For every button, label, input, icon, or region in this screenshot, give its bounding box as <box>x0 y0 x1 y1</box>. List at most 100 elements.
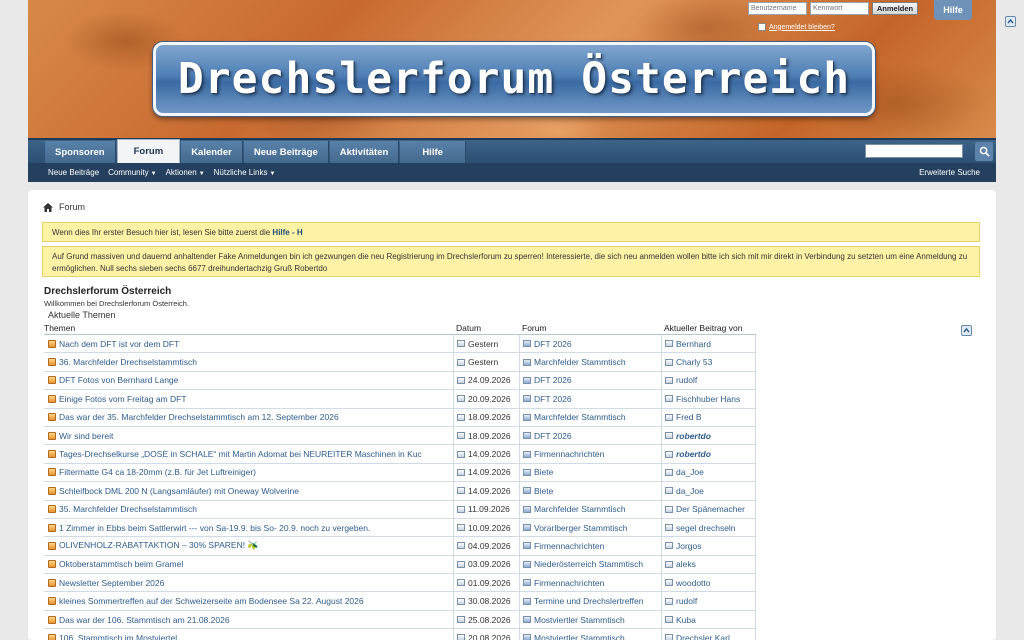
topic-link[interactable]: Oktoberstammtisch beim Gramel <box>59 559 183 569</box>
tab-neue-beitraege[interactable]: Neue Beiträge <box>243 141 329 163</box>
topic-link[interactable]: Tages-Drechselkurse „DOSE in SCHALE“ mit… <box>59 449 422 459</box>
date-cell: 30.08.2026 <box>453 592 519 611</box>
forum-link[interactable]: DFT 2026 <box>534 339 572 349</box>
registration-text: Auf Grund massiven und dauernd anhaltend… <box>52 252 968 273</box>
tab-hilfe[interactable]: Hilfe <box>400 141 466 163</box>
first-visit-notice: Wenn dies Ihr erster Besuch hier ist, le… <box>42 222 980 242</box>
user-icon <box>665 560 673 568</box>
tab-kalender[interactable]: Kalender <box>181 141 243 163</box>
forum-cell: Marchfelder Stammtisch <box>519 408 661 427</box>
forum-link[interactable]: Marchfelder Stammtisch <box>534 412 626 422</box>
search-input[interactable] <box>865 144 963 158</box>
breadcrumb-forum[interactable]: Forum <box>59 202 85 212</box>
topic-link[interactable]: 1 Zimmer in Ebbs beim Sattlerwirt --- vo… <box>59 523 370 533</box>
topic-link[interactable]: Schleifbock DML 200 N (Langsamläufer) mi… <box>59 486 299 496</box>
forum-link[interactable]: Biete <box>534 467 553 477</box>
user-link[interactable]: woodotto <box>676 578 711 588</box>
subnav-aktionen[interactable]: Aktionen ▼ <box>166 168 205 177</box>
topic-link[interactable]: 106. Stammtisch im Mostviertel <box>59 633 177 640</box>
user-cell: da_Joe <box>661 482 756 501</box>
tab-forum[interactable]: Forum <box>116 139 181 163</box>
collapse-icon[interactable] <box>1005 16 1016 27</box>
username-input[interactable] <box>748 2 807 15</box>
date-text: 25.08.2026 <box>468 614 511 625</box>
search-button[interactable] <box>975 142 993 161</box>
login-button[interactable]: Anmelden <box>872 2 918 15</box>
thread-icon <box>48 633 56 640</box>
topic-link[interactable]: Newsletter September 2026 <box>59 578 164 588</box>
topic-link[interactable]: kleines Sommertreffen auf der Schweizers… <box>59 596 364 606</box>
tab-aktivitaeten[interactable]: Aktivitäten <box>329 141 400 163</box>
user-link[interactable]: segel drechseln <box>676 523 736 533</box>
topic-link[interactable]: Das war der 35. Marchfelder Drechselstam… <box>59 412 339 422</box>
topic-link[interactable]: OLIVENHOLZ-RABATTAKTION – 30% SPAREN! 🫒 <box>59 540 258 551</box>
user-link[interactable]: Fred B <box>676 412 702 422</box>
remember-me[interactable]: Angemeldet bleiben? <box>758 23 835 31</box>
remember-label[interactable]: Angemeldet bleiben? <box>769 24 835 31</box>
forum-icon <box>523 542 531 550</box>
user-link[interactable]: Der Spänemacher <box>676 504 745 514</box>
forum-link[interactable]: DFT 2026 <box>534 394 572 404</box>
forum-link[interactable]: Termine und Drechslertreffen <box>534 596 643 606</box>
forum-link[interactable]: DFT 2026 <box>534 375 572 385</box>
forum-link[interactable]: Mostviertler Stammtisch <box>534 633 625 640</box>
forum-icon <box>523 634 531 640</box>
collapse-topics-button[interactable] <box>961 325 972 336</box>
calendar-icon <box>457 395 465 403</box>
user-link[interactable]: da_Joe <box>676 467 704 477</box>
topic-link[interactable]: Einige Fotos vom Freitag am DFT <box>59 394 187 404</box>
topic-link[interactable]: Nach dem DFT ist vor dem DFT <box>59 339 179 349</box>
table-row: kleines Sommertreffen auf der Schweizers… <box>44 592 756 611</box>
forum-icon <box>523 450 531 458</box>
password-input[interactable] <box>810 2 869 15</box>
table-row: 106. Stammtisch im Mostviertel 20.08.2026… <box>44 629 756 640</box>
home-icon[interactable] <box>43 202 53 212</box>
forum-link[interactable]: DFT 2026 <box>534 431 572 441</box>
topic-link[interactable]: Filtermatte G4 ca 18-20mm (z.B. für Jet … <box>59 467 256 477</box>
user-link[interactable]: Fischhuber Hans <box>676 394 740 404</box>
topic-link[interactable]: 35. Marchfelder Drechselstammtisch <box>59 504 197 514</box>
user-link[interactable]: Bernhard <box>676 339 711 349</box>
forum-link[interactable]: Mostviertler Stammtisch <box>534 615 625 625</box>
user-link[interactable]: aleks <box>676 559 696 569</box>
table-row: Das war der 35. Marchfelder Drechselstam… <box>44 408 756 427</box>
forum-link[interactable]: Firmennachrichten <box>534 541 604 551</box>
user-link[interactable]: Kuba <box>676 615 696 625</box>
subnav-nuetzliche-links[interactable]: Nützliche Links ▼ <box>214 168 276 177</box>
user-link[interactable]: Charly 53 <box>676 357 712 367</box>
forum-icon <box>523 358 531 366</box>
user-link[interactable]: robertdo <box>676 431 711 441</box>
user-link[interactable]: Jorgos <box>676 541 702 551</box>
user-link[interactable]: rudolf <box>676 596 697 606</box>
subnav-neue-beitraege[interactable]: Neue Beiträge <box>48 168 99 177</box>
user-link[interactable]: robertdo <box>676 449 711 459</box>
help-button[interactable]: Hilfe <box>934 0 972 20</box>
forum-link[interactable]: Firmennachrichten <box>534 449 604 459</box>
advanced-search-link[interactable]: Erweiterte Suche <box>919 163 980 182</box>
forum-link[interactable]: Niederösterreich Stammtisch <box>534 559 643 569</box>
header-forum: Forum <box>522 322 547 333</box>
user-link[interactable]: Drechsler Karl <box>676 633 730 640</box>
user-cell: Drechsler Karl <box>661 629 756 640</box>
user-cell: rudolf <box>661 371 756 391</box>
tab-sponsoren[interactable]: Sponsoren <box>45 141 116 163</box>
forum-link[interactable]: Vorarlberger Stammtisch <box>534 523 628 533</box>
topic-link[interactable]: DFT Fotos von Bernhard Lange <box>59 375 178 385</box>
breadcrumb: Forum <box>43 202 85 212</box>
date-cell: Gestern <box>453 353 519 372</box>
header-topic: Themen <box>44 322 76 333</box>
user-link[interactable]: da_Joe <box>676 486 704 496</box>
user-link[interactable]: rudolf <box>676 375 697 385</box>
topic-link[interactable]: Wir sind bereit <box>59 431 113 441</box>
topic-link[interactable]: 36. Marchfelder Drechselstammtisch <box>59 357 197 367</box>
subnav-community[interactable]: Community ▼ <box>108 168 156 177</box>
forum-link[interactable]: Firmennachrichten <box>534 578 604 588</box>
forum-link[interactable]: Biete <box>534 486 553 496</box>
help-link[interactable]: Hilfe - H <box>272 228 302 237</box>
forum-link[interactable]: Marchfelder Stammtisch <box>534 357 626 367</box>
forum-link[interactable]: Marchfelder Stammtisch <box>534 504 626 514</box>
topic-link[interactable]: Das war der 106. Stammtisch am 21.08.202… <box>59 615 230 625</box>
site-logo[interactable]: Drechslerforum Österreich <box>153 42 875 116</box>
topic-cell: Schleifbock DML 200 N (Langsamläufer) mi… <box>44 482 453 501</box>
remember-checkbox[interactable] <box>758 23 766 31</box>
